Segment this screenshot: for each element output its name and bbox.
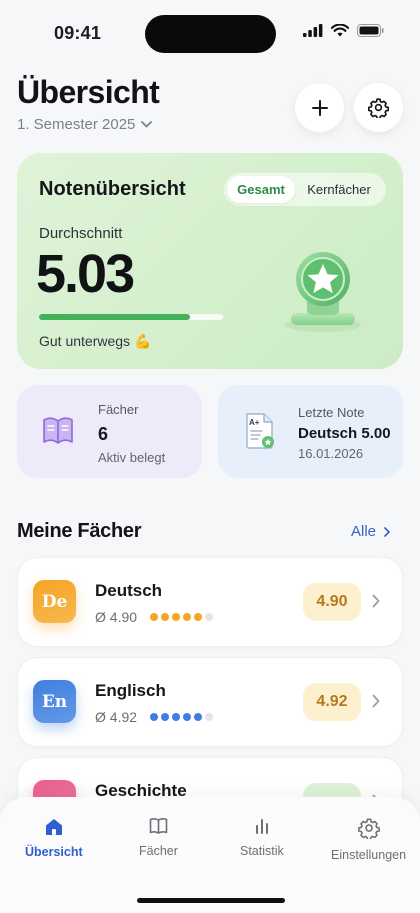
average-value: 5.03 — [36, 244, 135, 304]
book-icon — [149, 817, 168, 834]
subjects-count-label: Fächer — [98, 402, 139, 417]
settings-button[interactable] — [354, 83, 403, 132]
trophy-icon — [285, 252, 361, 332]
grade-overview-card: Notenübersicht Gesamt Kernfächer Durchsc… — [17, 153, 403, 369]
rating-dot — [183, 613, 191, 621]
last-grade-date: 16.01.2026 — [298, 446, 364, 461]
status-time: 09:41 — [54, 23, 102, 43]
home-icon — [45, 819, 62, 835]
tab-statistik[interactable]: Statistik — [240, 817, 284, 858]
tab-label: Übersicht — [25, 845, 83, 859]
system-icons — [303, 24, 384, 37]
cellular-signal-icon — [303, 24, 323, 37]
status-bar: 09:41 — [0, 0, 420, 66]
tab-uebersicht[interactable]: Übersicht — [25, 817, 83, 859]
section-title: Meine Fächer — [17, 520, 142, 542]
segment-gesamt[interactable]: Gesamt — [227, 176, 295, 203]
rating-dot — [172, 713, 180, 721]
average-label: Durchschnitt — [39, 225, 123, 242]
dynamic-island — [145, 15, 276, 53]
subject-name: Deutsch — [95, 581, 163, 600]
tab-label: Statistik — [240, 844, 284, 858]
subject-name: Englisch — [95, 681, 166, 700]
progress-fill — [39, 314, 190, 320]
tab-einstellungen[interactable]: Einstellungen — [331, 817, 406, 862]
gear-icon — [368, 98, 389, 118]
subject-average: Ø 4.90 — [95, 609, 138, 625]
subject-grade-pill: 4.92 — [303, 683, 361, 721]
chevron-right-icon — [372, 694, 380, 708]
subject-rating-dots — [150, 613, 213, 621]
rating-dot — [150, 613, 158, 621]
home-indicator — [137, 898, 285, 903]
tab-label: Fächer — [139, 844, 178, 858]
gear-icon — [357, 818, 380, 839]
rating-dot — [205, 713, 213, 721]
last-grade-card[interactable]: A+ Letzte Note Deutsch 5.00 16.01.2026 — [218, 385, 403, 478]
subjects-count-sub: Aktiv belegt — [98, 450, 166, 465]
svg-text:A+: A+ — [249, 418, 260, 427]
last-grade-value: Deutsch 5.00 — [298, 425, 391, 442]
semester-selector[interactable]: 1. Semester 2025 — [17, 116, 153, 133]
add-button[interactable] — [295, 83, 344, 132]
semester-label: 1. Semester 2025 — [17, 116, 136, 133]
subject-average: Ø 4.92 — [95, 709, 138, 725]
bar-chart-icon — [255, 819, 268, 834]
rating-dot — [150, 713, 158, 721]
subject-badge: En — [33, 680, 76, 723]
wifi-icon — [331, 24, 349, 37]
see-all-link[interactable]: Alle — [351, 523, 390, 540]
chevron-down-icon — [141, 121, 153, 128]
segment-kernfaecher[interactable]: Kernfächer — [295, 176, 383, 203]
chevron-right-icon — [372, 594, 380, 608]
subject-badge: De — [33, 580, 76, 623]
page-title: Übersicht — [17, 74, 160, 110]
book-icon — [43, 417, 73, 444]
overview-title: Notenübersicht — [39, 178, 186, 200]
subjects-count-value: 6 — [98, 424, 109, 444]
tab-label: Einstellungen — [331, 848, 407, 862]
subject-card-deutsch[interactable]: De Deutsch Ø 4.90 4.90 — [17, 557, 403, 647]
segment-control: Gesamt Kernfächer — [224, 173, 386, 206]
subject-card-englisch[interactable]: En Englisch Ø 4.92 4.92 — [17, 657, 403, 747]
subject-grade-pill: 4.90 — [303, 583, 361, 621]
rating-dot — [205, 613, 213, 621]
grade-document-icon: A+ — [246, 413, 274, 449]
average-status-text: Gut unterwegs 💪 — [39, 333, 152, 349]
average-progress-bar — [39, 314, 223, 320]
battery-icon — [357, 24, 384, 37]
rating-dot — [172, 613, 180, 621]
rating-dot — [161, 713, 169, 721]
tab-bar: Übersicht Fächer Statistik Einstellungen — [0, 797, 420, 913]
tab-faecher[interactable]: Fächer — [139, 817, 178, 858]
subjects-count-card[interactable]: Fächer 6 Aktiv belegt — [17, 385, 202, 478]
rating-dot — [183, 713, 191, 721]
see-all-label: Alle — [350, 523, 376, 540]
last-grade-label: Letzte Note — [298, 405, 365, 420]
rating-dot — [161, 613, 169, 621]
plus-icon — [311, 99, 328, 116]
rating-dot — [194, 713, 202, 721]
chevron-right-icon — [384, 526, 390, 537]
subject-rating-dots — [150, 713, 213, 721]
rating-dot — [194, 613, 202, 621]
